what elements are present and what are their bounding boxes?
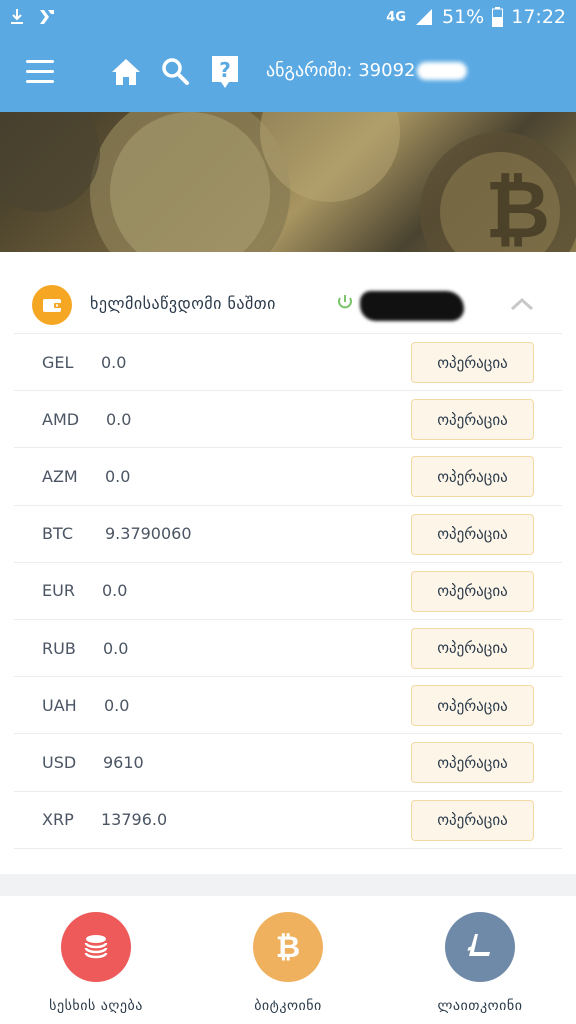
balance-list: GEL 0.0 ოპერაცია AMD 0.0 ოპერაცია AZM 0.…: [14, 334, 562, 849]
currency-code: AZM: [42, 466, 78, 486]
balance-row-btc: BTC 9.3790060 ოპერაცია: [14, 506, 562, 563]
menu-button[interactable]: [26, 60, 54, 84]
app-notification-icon: [38, 8, 56, 26]
balance-row-eur: EUR 0.0 ოპერაცია: [14, 563, 562, 620]
app-bar: ? ანგარიში: 39092: [0, 34, 576, 112]
balance-row-azm: AZM 0.0 ოპერაცია: [14, 448, 562, 506]
balance-row-rub: RUB 0.0 ოპერაცია: [14, 620, 562, 678]
redacted-area: [417, 61, 468, 80]
operation-button[interactable]: ოპერაცია: [411, 513, 534, 555]
currency-amount: 9610: [103, 752, 144, 772]
operation-button[interactable]: ოპერაცია: [411, 799, 534, 841]
coins-stack-icon: [61, 912, 131, 982]
nav-label: ბიტკოინი: [254, 998, 322, 1014]
nav-litecoin[interactable]: ლაითკოინი: [400, 912, 560, 1014]
currency-code: BTC: [42, 524, 73, 544]
currency-code: XRP: [42, 810, 74, 830]
section-divider: [0, 874, 576, 896]
balance-row-xrp: XRP 13796.0 ოპერაცია: [14, 792, 562, 849]
currency-code: RUB: [42, 638, 76, 658]
currency-amount: 0.0: [104, 695, 130, 715]
home-icon[interactable]: [110, 56, 142, 88]
svg-text:₿: ₿: [485, 163, 550, 252]
operation-button[interactable]: ოპერაცია: [411, 399, 534, 441]
account-number: ანგარიში: 39092: [266, 60, 468, 81]
battery-icon: [492, 7, 504, 27]
currency-amount: 0.0: [103, 638, 129, 658]
account-label: ანგარიში: 39092: [266, 60, 416, 81]
help-icon[interactable]: ?: [210, 54, 240, 90]
nav-bitcoin[interactable]: ₿ ბიტკოინი: [208, 912, 368, 1014]
litecoin-icon: [445, 912, 515, 982]
download-icon: [10, 8, 24, 26]
balance-row-usd: USD 9610 ოპერაცია: [14, 734, 562, 792]
currency-amount: 0.0: [106, 409, 132, 429]
nav-label: სესხის აღება: [49, 998, 143, 1014]
operation-button[interactable]: ოპერაცია: [411, 627, 534, 669]
bottom-nav: სესხის აღება ₿ ბიტკოინი ლაითკოინი: [0, 896, 576, 1024]
status-bar: 4G 51% 17:22: [0, 0, 576, 34]
currency-code: GEL: [42, 352, 74, 372]
battery-percent: 51%: [442, 6, 485, 28]
operation-button[interactable]: ოპერაცია: [411, 685, 534, 727]
balance-title: ხელმისაწვდომი ნაშთი: [90, 294, 276, 313]
balance-row-uah: UAH 0.0 ოპერაცია: [14, 677, 562, 735]
coins-banner-image: ₿: [0, 112, 576, 252]
currency-code: EUR: [42, 581, 75, 601]
network-indicator: 4G: [386, 9, 406, 25]
refresh-icon[interactable]: [336, 293, 354, 311]
signal-icon: [414, 8, 434, 26]
currency-amount: 9.3790060: [105, 524, 192, 544]
operation-button[interactable]: ოპერაცია: [411, 342, 534, 383]
operation-button[interactable]: ოპერაცია: [411, 742, 534, 784]
balance-row-gel: GEL 0.0 ოპერაცია: [14, 334, 562, 392]
currency-code: AMD: [42, 409, 80, 429]
balance-card-header[interactable]: ხელმისაწვდომი ნაშთი: [14, 252, 562, 334]
nav-label: ლაითკოინი: [437, 998, 523, 1014]
chevron-up-icon[interactable]: [510, 296, 534, 311]
balance-row-amd: AMD 0.0 ოპერაცია: [14, 391, 562, 449]
redacted-owner: [360, 291, 464, 321]
wallet-icon: [32, 285, 72, 325]
clock: 17:22: [511, 6, 566, 28]
svg-text:?: ?: [219, 58, 231, 82]
search-icon[interactable]: [160, 56, 190, 86]
operation-button[interactable]: ოპერაცია: [411, 456, 534, 498]
currency-code: USD: [42, 752, 77, 772]
nav-take-loan[interactable]: სესხის აღება: [16, 912, 176, 1014]
currency-amount: 13796.0: [101, 810, 168, 830]
currency-amount: 0.0: [102, 581, 128, 601]
currency-amount: 0.0: [101, 352, 127, 372]
currency-amount: 0.0: [105, 466, 131, 486]
currency-code: UAH: [42, 695, 77, 715]
bitcoin-icon: ₿: [253, 912, 323, 982]
operation-button[interactable]: ოპერაცია: [411, 570, 534, 612]
balance-card: ხელმისაწვდომი ნაშთი GEL 0.0 ოპერაცია AMD…: [0, 252, 576, 874]
